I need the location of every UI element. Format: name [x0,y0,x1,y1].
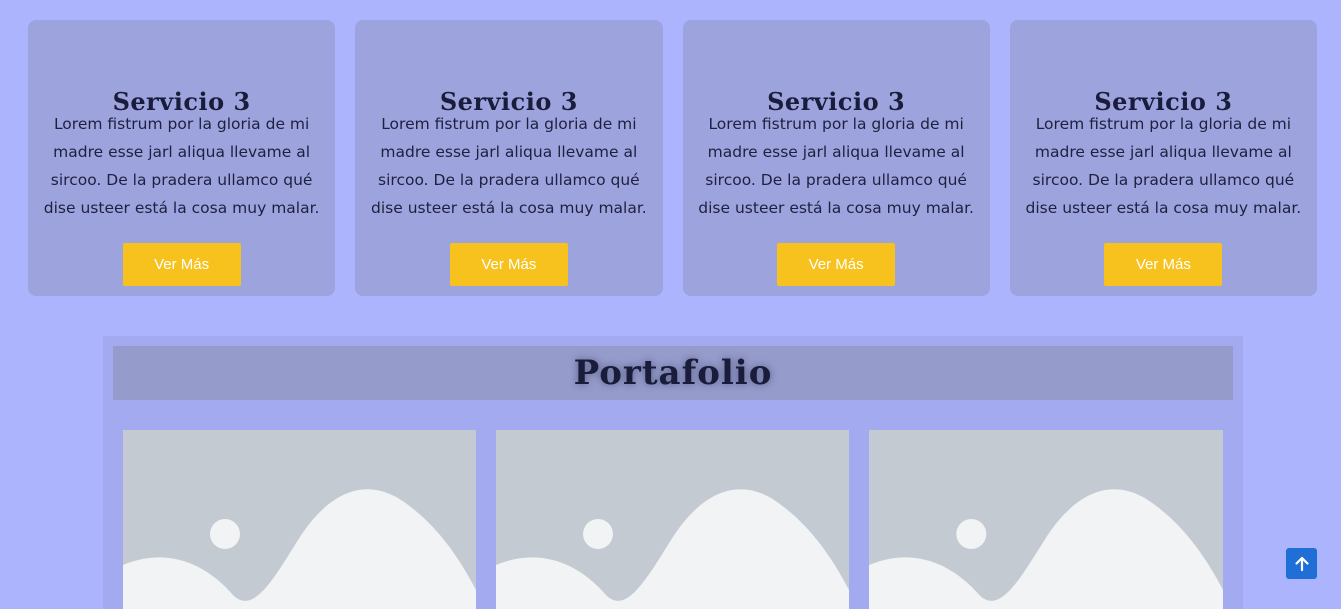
service-description: Lorem fistrum por la gloria de mi madre … [371,115,647,217]
image-placeholder-icon [869,430,1223,609]
chevron-up-icon [1294,556,1309,571]
image-placeholder-icon [123,430,476,609]
portfolio-title: Portafolio [573,353,773,393]
service-description: Lorem fistrum por la gloria de mi madre … [698,115,974,217]
service-description: Lorem fistrum por la gloria de mi madre … [1025,115,1302,217]
service-card: Servicio 3 Lorem fistrum por la gloria d… [355,20,663,296]
back-to-top-button[interactable] [1286,548,1317,579]
portfolio-gallery [123,430,1223,609]
portfolio-item[interactable] [496,430,849,609]
ver-mas-button[interactable]: Ver Más [1104,243,1223,286]
image-placeholder-icon [496,430,849,609]
ver-mas-button[interactable]: Ver Más [122,243,241,286]
portfolio-item[interactable] [123,430,476,609]
portfolio-item[interactable] [869,430,1223,609]
service-card: Servicio 3 Lorem fistrum por la gloria d… [682,20,990,296]
service-card: Servicio 3 Lorem fistrum por la gloria d… [1009,20,1317,296]
ver-mas-button[interactable]: Ver Más [777,243,896,286]
service-card: Servicio 3 Lorem fistrum por la gloria d… [28,20,336,296]
ver-mas-button[interactable]: Ver Más [449,243,568,286]
portfolio-header: Portafolio [113,346,1233,400]
service-description: Lorem fistrum por la gloria de mi madre … [43,115,320,217]
services-section: Servicio 3 Lorem fistrum por la gloria d… [28,20,1317,296]
portfolio-section: Portafolio [103,336,1243,609]
